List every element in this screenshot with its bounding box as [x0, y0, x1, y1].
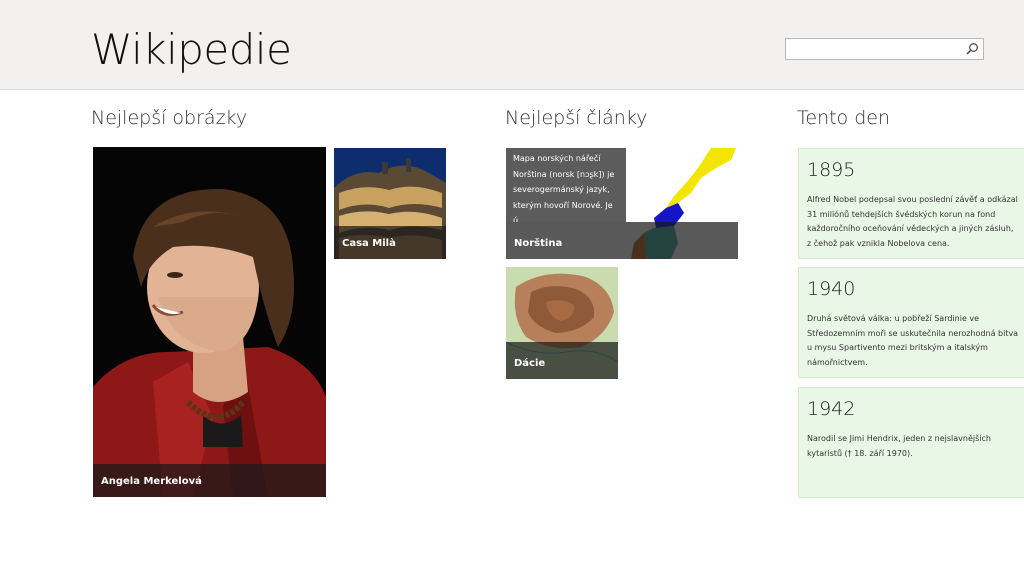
- tile-caption-label: Casa Milà: [342, 238, 396, 249]
- section-title-pictures[interactable]: Nejlepší obrázky: [91, 105, 247, 131]
- section-title-articles[interactable]: Nejlepší články: [505, 105, 647, 131]
- article-tile-dacie[interactable]: Dácie: [506, 267, 618, 379]
- search-icon[interactable]: [965, 42, 979, 56]
- tile-caption: Casa Milà: [334, 226, 446, 259]
- event-text: Alfred Nobel podepsal svou poslední závě…: [807, 195, 1018, 248]
- event-text: Narodil se Jimi Hendrix, jeden z nejslav…: [807, 434, 991, 458]
- section-title-today[interactable]: Tento den: [797, 105, 890, 131]
- day-event-card[interactable]: 1942 Narodil se Jimi Hendrix, jeden z ne…: [798, 387, 1024, 498]
- tile-caption-label: Dácie: [514, 358, 546, 369]
- day-event-card[interactable]: 1940 Druhá světová válka: u pobřeží Sard…: [798, 267, 1024, 378]
- event-year: 1895: [807, 159, 856, 181]
- day-event-card[interactable]: 1895 Alfred Nobel podepsal svou poslední…: [798, 148, 1024, 259]
- event-text: Druhá světová válka: u pobřeží Sardinie …: [807, 314, 1019, 367]
- portrait-image: [93, 147, 326, 497]
- search-box[interactable]: [785, 38, 984, 60]
- event-year: 1940: [807, 278, 856, 300]
- picture-tile-casa-mila[interactable]: Casa Milà: [334, 148, 446, 259]
- search-input[interactable]: [786, 39, 970, 59]
- picture-tile-merkel[interactable]: Angela Merkelová: [93, 147, 326, 497]
- article-snippet-text: Mapa norských nářečí Norština (norsk [nɔ…: [513, 154, 615, 225]
- tile-caption: Angela Merkelová: [93, 464, 326, 497]
- event-year: 1942: [807, 398, 856, 420]
- tile-caption-label: Angela Merkelová: [101, 476, 202, 487]
- tile-caption: Norština: [506, 222, 738, 259]
- app-header: Wikipedie: [0, 0, 1024, 90]
- article-tile-norstina[interactable]: Mapa norských nářečí Norština (norsk [nɔ…: [506, 148, 738, 259]
- tile-caption-label: Norština: [514, 238, 563, 249]
- app-title: Wikipedie: [91, 25, 292, 74]
- article-snippet: Mapa norských nářečí Norština (norsk [nɔ…: [506, 148, 626, 225]
- tile-caption: Dácie: [506, 342, 618, 379]
